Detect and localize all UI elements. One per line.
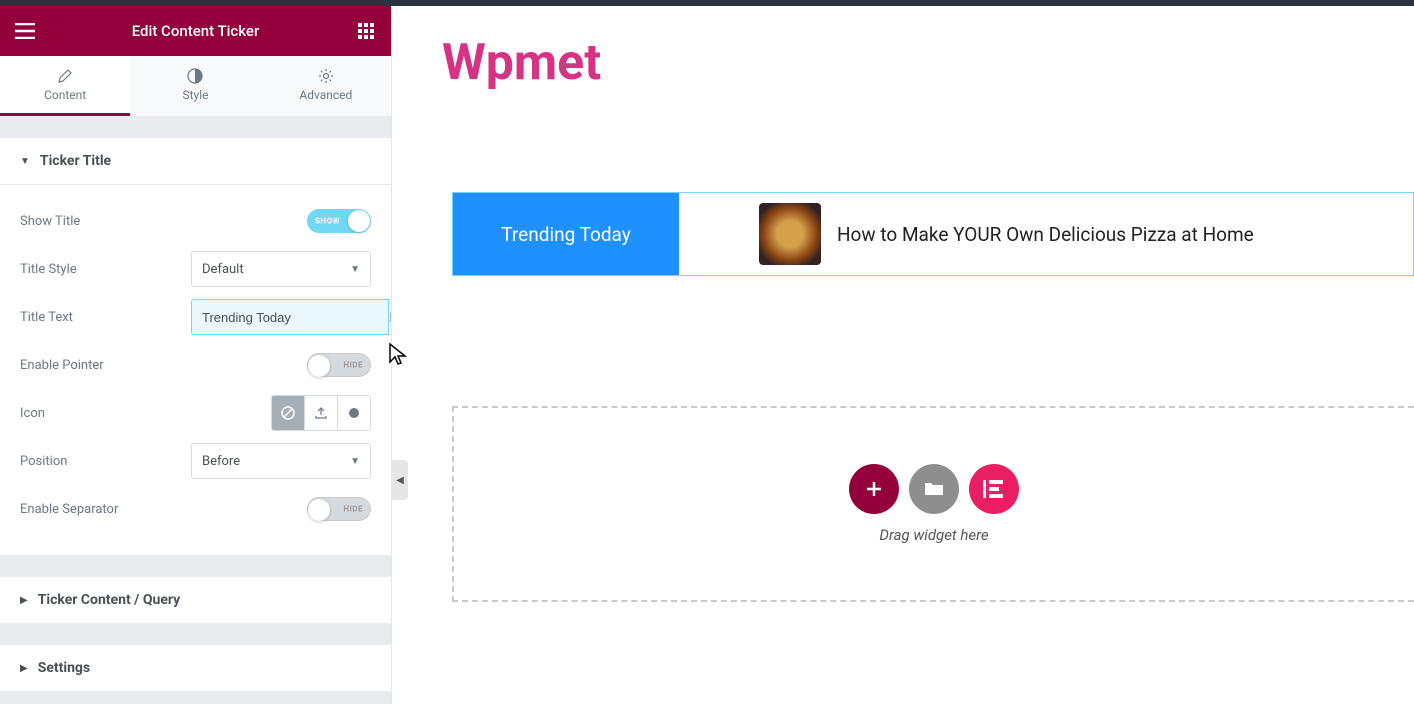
collapse-sidebar-handle[interactable]: ◀: [392, 460, 408, 500]
hamburger-icon: [15, 23, 35, 39]
section-ticker-content-label: Ticker Content / Query: [38, 592, 180, 608]
icon-label: Icon: [20, 406, 45, 421]
section-ticker-title-label: Ticker Title: [40, 153, 111, 169]
panel-title: Edit Content Ticker: [50, 22, 341, 40]
database-icon: [389, 310, 391, 324]
title-style-label: Title Style: [20, 262, 77, 277]
chevron-down-icon: ▼: [350, 264, 360, 275]
grid-icon: [358, 23, 374, 39]
tab-advanced-label: Advanced: [299, 88, 352, 102]
icon-option-upload[interactable]: [305, 396, 338, 430]
chevron-left-icon: ◀: [396, 475, 404, 486]
show-title-label: Show Title: [20, 214, 80, 229]
template-library-button[interactable]: [909, 464, 959, 514]
gear-icon: [318, 68, 334, 84]
position-label: Position: [20, 454, 67, 469]
content-ticker-widget[interactable]: Trending Today How to Make YOUR Own Deli…: [452, 192, 1414, 276]
toggle-text: HIDE: [343, 505, 363, 514]
position-select[interactable]: Before ▼: [191, 443, 371, 479]
enable-separator-toggle[interactable]: HIDE: [307, 497, 371, 521]
drag-hint-text: Drag widget here: [879, 526, 988, 544]
hamburger-menu-button[interactable]: [0, 6, 50, 56]
icon-option-none[interactable]: [272, 396, 305, 430]
add-section-button[interactable]: [849, 464, 899, 514]
caret-right-icon: ▶: [20, 663, 28, 674]
ticker-item-thumbnail: [759, 203, 821, 265]
position-value: Before: [202, 454, 240, 469]
plus-icon: [865, 480, 883, 498]
tab-content-label: Content: [44, 88, 86, 102]
toggle-text: HIDE: [343, 361, 363, 370]
chevron-down-icon: ▼: [350, 456, 360, 467]
ticker-body: How to Make YOUR Own Delicious Pizza at …: [679, 193, 1413, 275]
elementskit-button[interactable]: [969, 464, 1019, 514]
contrast-icon: [187, 68, 203, 84]
widgets-grid-button[interactable]: [341, 6, 391, 56]
ban-icon: [281, 406, 295, 420]
editor-sidebar: Edit Content Ticker Content Style Advanc…: [0, 6, 392, 704]
enable-pointer-toggle[interactable]: HIDE: [307, 353, 371, 377]
dynamic-tags-button[interactable]: [389, 299, 391, 335]
brand-title: Wpmet: [442, 34, 1414, 92]
editor-tabs: Content Style Advanced: [0, 56, 391, 116]
title-style-select[interactable]: Default ▼: [191, 251, 371, 287]
pencil-icon: [57, 68, 73, 84]
enable-separator-label: Enable Separator: [20, 502, 118, 517]
upload-icon: [314, 406, 328, 420]
section-ticker-content-header[interactable]: ▶ Ticker Content / Query: [0, 577, 391, 623]
tab-content[interactable]: Content: [0, 56, 130, 116]
title-text-input[interactable]: [191, 299, 389, 335]
section-settings-header[interactable]: ▶ Settings: [0, 645, 391, 691]
show-title-toggle[interactable]: SHOW: [307, 209, 371, 233]
tab-style[interactable]: Style: [130, 56, 260, 116]
ticker-item-text: How to Make YOUR Own Delicious Pizza at …: [837, 223, 1254, 246]
tab-advanced[interactable]: Advanced: [261, 56, 391, 116]
caret-right-icon: ▶: [20, 595, 28, 606]
section-ticker-title-body: Show Title SHOW Title Style Default ▼ Ti…: [0, 185, 391, 555]
toggle-text: SHOW: [315, 217, 340, 226]
sidebar-header: Edit Content Ticker: [0, 6, 391, 56]
title-text-label: Title Text: [20, 310, 73, 325]
icon-select-group: [271, 395, 371, 431]
title-style-value: Default: [202, 262, 244, 277]
enable-pointer-label: Enable Pointer: [20, 358, 104, 373]
caret-down-icon: ▼: [20, 156, 30, 167]
tab-style-label: Style: [182, 88, 208, 102]
folder-icon: [924, 481, 944, 497]
ticker-title-badge: Trending Today: [453, 193, 679, 275]
canvas[interactable]: Wpmet Trending Today How to Make YOUR Ow…: [392, 6, 1414, 704]
circle-icon: [349, 408, 359, 418]
section-ticker-title-header[interactable]: ▼ Ticker Title: [0, 138, 391, 185]
icon-option-library[interactable]: [338, 396, 370, 430]
section-settings-label: Settings: [38, 660, 90, 676]
widget-dropzone[interactable]: Drag widget here: [452, 406, 1414, 602]
ek-icon: [983, 480, 1005, 498]
